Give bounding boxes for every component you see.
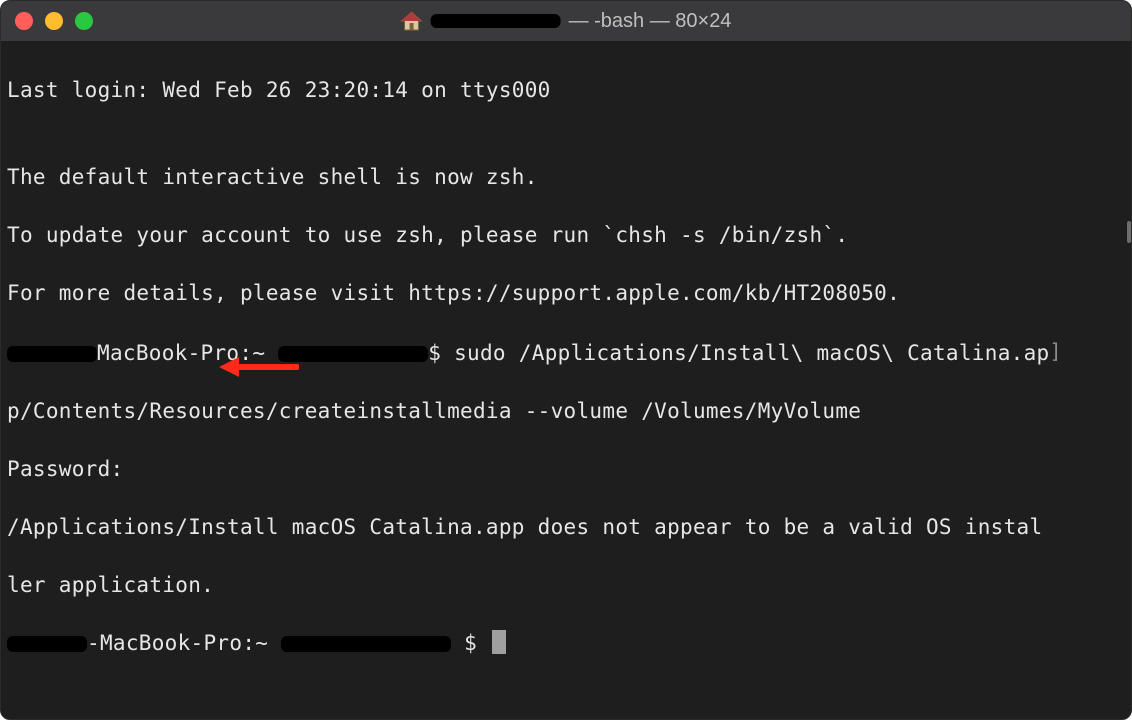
zsh-notice-3: For more details, please visit https://s… xyxy=(7,279,1125,308)
window-title: — -bash — 80×24 xyxy=(401,10,732,33)
terminal-body[interactable]: Last login: Wed Feb 26 23:20:14 on ttys0… xyxy=(1,41,1131,720)
prompt-line-1-wrap: p/Contents/Resources/createinstallmedia … xyxy=(7,397,1125,426)
maximize-icon[interactable] xyxy=(75,12,93,30)
last-login-line: Last login: Wed Feb 26 23:20:14 on ttys0… xyxy=(7,76,1125,105)
scrollbar-thumb[interactable] xyxy=(1127,221,1131,243)
wrap-bracket: ] xyxy=(1049,337,1061,366)
password-line: Password: xyxy=(7,455,1125,484)
redacted-text xyxy=(7,346,97,362)
terminal-window: — -bash — 80×24 Last login: Wed Feb 26 2… xyxy=(0,0,1132,720)
arrow-annotation xyxy=(219,297,299,437)
prompt2-host: -MacBook-Pro:~ xyxy=(87,631,281,655)
minimize-icon[interactable] xyxy=(45,12,63,30)
prompt1-cmd: $ sudo /Applications/Install\ macOS\ Cat… xyxy=(428,341,1049,365)
redacted-username xyxy=(431,14,561,28)
redacted-text xyxy=(278,346,428,362)
titlebar[interactable]: — -bash — 80×24 xyxy=(1,1,1131,41)
title-text: — -bash — 80×24 xyxy=(569,10,732,33)
home-icon xyxy=(401,11,423,31)
prompt2-dollar: $ xyxy=(464,631,490,655)
cursor xyxy=(492,630,506,654)
prompt-line-2: -MacBook-Pro:~ $ xyxy=(7,629,1125,658)
redacted-text xyxy=(7,636,87,652)
window-controls xyxy=(15,12,93,30)
error-line-2: ler application. xyxy=(7,571,1125,600)
zsh-notice-2: To update your account to use zsh, pleas… xyxy=(7,221,1125,250)
error-line-1: /Applications/Install macOS Catalina.app… xyxy=(7,513,1125,542)
redacted-text xyxy=(281,636,451,652)
prompt-line-1: MacBook-Pro:~ $ sudo /Applications/Insta… xyxy=(7,337,1125,368)
zsh-notice-1: The default interactive shell is now zsh… xyxy=(7,163,1125,192)
close-icon[interactable] xyxy=(15,12,33,30)
